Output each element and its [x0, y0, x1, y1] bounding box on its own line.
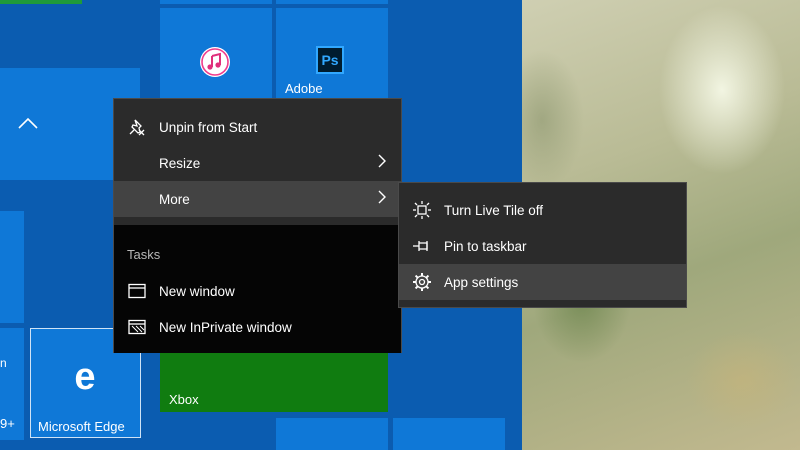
chevron-right-icon	[378, 154, 386, 168]
resize-label: Resize	[159, 155, 201, 171]
more-submenu: Turn Live Tile off Pin to taskbar App se…	[398, 182, 687, 308]
music-note-icon	[200, 47, 230, 77]
menu-item-app-settings[interactable]: App settings	[399, 264, 686, 300]
tile-bottom-2[interactable]	[393, 418, 505, 450]
photoshop-icon: Ps	[316, 46, 344, 74]
pin-icon	[412, 237, 432, 255]
menu-item-unpin-from-start[interactable]: Unpin from Start	[114, 109, 401, 145]
edge-icon: e	[74, 356, 96, 398]
chevron-up-icon[interactable]	[17, 116, 39, 130]
window-icon	[127, 282, 147, 300]
tile-top-2[interactable]	[276, 0, 388, 4]
menu-item-new-inprivate-window[interactable]: New InPrivate window	[114, 309, 401, 345]
unpin-label: Unpin from Start	[159, 119, 258, 135]
tile-bottom-1[interactable]	[276, 418, 388, 450]
more-label: More	[159, 191, 190, 207]
partial-tile-1[interactable]	[0, 211, 24, 323]
menu-item-turn-live-tile-off[interactable]: Turn Live Tile off	[399, 192, 686, 228]
partial-tile-badge: 9+	[0, 416, 15, 431]
partial-tile-letter: n	[0, 356, 7, 370]
menu-item-more[interactable]: More	[114, 181, 401, 217]
tasks-heading: Tasks	[127, 247, 161, 262]
new-window-label: New window	[159, 283, 235, 299]
unpin-icon	[127, 118, 147, 136]
partial-tile-2[interactable]: n 9+	[0, 328, 24, 440]
live-tile-icon	[412, 201, 432, 219]
chevron-right-icon	[378, 190, 386, 204]
app-settings-label: App settings	[444, 274, 519, 290]
tile-top-left[interactable]	[0, 0, 82, 4]
inprivate-window-icon	[127, 318, 147, 336]
menu-item-resize[interactable]: Resize	[114, 145, 401, 181]
xbox-tile-label: Xbox	[169, 392, 199, 407]
pin-to-taskbar-label: Pin to taskbar	[444, 238, 527, 254]
turn-live-tile-off-label: Turn Live Tile off	[444, 202, 544, 218]
new-inprivate-label: New InPrivate window	[159, 319, 292, 335]
menu-item-new-window[interactable]: New window	[114, 273, 401, 309]
microsoft-edge-tile-label: Microsoft Edge	[38, 419, 125, 434]
context-menu: Unpin from Start Resize More Tasks New w…	[113, 98, 402, 353]
tile-top-1[interactable]	[160, 0, 272, 4]
adobe-tile-label: Adobe	[285, 81, 323, 96]
gear-icon	[412, 273, 432, 291]
menu-item-pin-to-taskbar[interactable]: Pin to taskbar	[399, 228, 686, 264]
